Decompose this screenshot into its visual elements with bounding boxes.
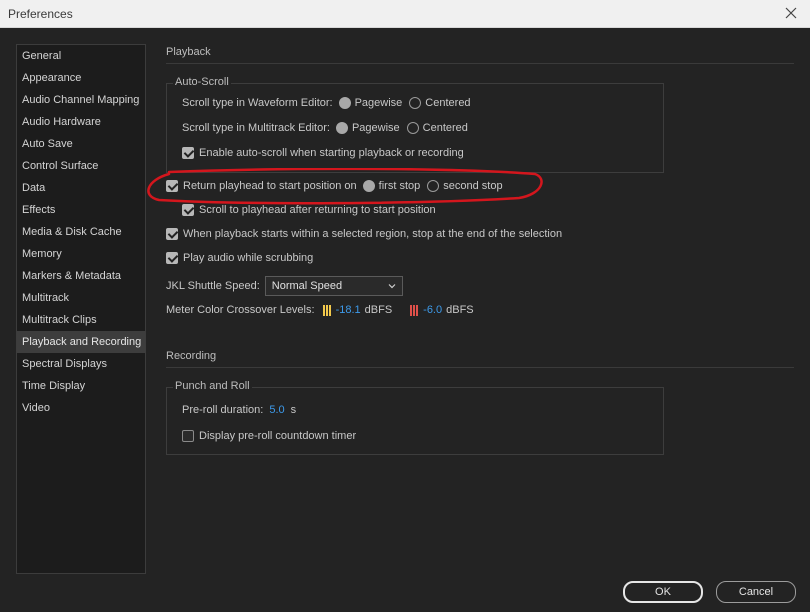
waveform-centered-option[interactable]: Centered [409,97,471,109]
jkl-speed-dropdown[interactable]: Normal Speed [264,276,403,296]
sidebar-item-multitrack[interactable]: Multitrack [17,287,145,309]
multitrack-scroll-row: Scroll type in Multitrack Editor: Pagewi… [182,122,475,134]
sidebar-item-memory[interactable]: Memory [17,243,145,265]
preroll-duration-row: Pre-roll duration: 5.0 s [182,404,296,416]
sidebar-item-spectral-displays[interactable]: Spectral Displays [17,353,145,375]
sidebar-item-multitrack-clips[interactable]: Multitrack Clips [17,309,145,331]
waveform-pagewise-option[interactable]: Pagewise [338,97,403,109]
multitrack-centered-option[interactable]: Centered [406,122,468,134]
return-playhead-checkbox[interactable] [166,180,178,192]
return-playhead-row: Return playhead to start position on fir… [166,180,510,192]
sidebar-item-appearance[interactable]: Appearance [17,67,145,89]
recording-section-title: Recording [166,350,217,362]
red-crossover-unit: dBFS [446,304,474,316]
stop-at-selection-checkbox[interactable] [166,228,178,240]
sidebar-item-playback-and-recording[interactable]: Playback and Recording [17,331,145,353]
red-meter-icon [410,304,419,316]
sidebar-item-data[interactable]: Data [17,177,145,199]
preferences-category-list: General Appearance Audio Channel Mapping Au… [16,44,146,574]
scroll-to-playhead-checkbox[interactable] [182,204,194,216]
sidebar-item-media-and-disk-cache[interactable]: Media & Disk Cache [17,221,145,243]
waveform-pagewise-label: Pagewise [354,97,403,109]
jkl-speed-row: JKL Shuttle Speed: Normal Speed [166,276,403,296]
sidebar-item-general[interactable]: General [17,45,145,67]
scroll-to-playhead-row[interactable]: Scroll to playhead after returning to st… [182,204,436,216]
first-stop-label: first stop [378,180,421,192]
enable-autoscroll-label: Enable auto-scroll when starting playbac… [199,147,464,159]
ok-button[interactable]: OK [623,581,703,603]
waveform-scroll-row: Scroll type in Waveform Editor: Pagewise… [182,97,478,109]
multitrack-centered-radio[interactable] [406,122,419,134]
sidebar-item-markers-and-metadata[interactable]: Markers & Metadata [17,265,145,287]
stop-at-selection-label: When playback starts within a selected r… [183,228,563,240]
window-title: Preferences [8,7,73,21]
scroll-to-playhead-label: Scroll to playhead after returning to st… [199,204,436,216]
red-crossover-value[interactable]: -6.0 [423,304,442,316]
preroll-countdown-checkbox[interactable] [182,430,194,442]
yellow-meter-icon [322,304,331,316]
waveform-centered-radio[interactable] [409,97,422,109]
first-stop-option[interactable]: first stop [362,180,421,192]
punch-and-roll-group [166,387,664,455]
close-icon[interactable] [782,4,800,22]
stop-at-selection-row[interactable]: When playback starts within a selected r… [166,228,562,240]
sidebar-item-audio-channel-mapping[interactable]: Audio Channel Mapping [17,89,145,111]
auto-scroll-group-label: Auto-Scroll [173,76,231,88]
waveform-centered-label: Centered [425,97,471,109]
punch-and-roll-group-label: Punch and Roll [173,380,252,392]
multitrack-centered-label: Centered [422,122,468,134]
second-stop-radio[interactable] [427,180,440,192]
chevron-down-icon [388,284,396,289]
meter-crossover-row: Meter Color Crossover Levels: -18.1 dBFS… [166,304,474,316]
second-stop-option[interactable]: second stop [427,180,503,192]
enable-autoscroll-checkbox[interactable] [182,147,194,159]
multitrack-pagewise-radio[interactable] [335,122,348,134]
sidebar-item-control-surface[interactable]: Control Surface [17,155,145,177]
jkl-speed-label: JKL Shuttle Speed: [166,280,260,292]
preroll-countdown-label: Display pre-roll countdown timer [199,430,357,442]
section-divider [166,63,794,64]
sidebar-item-auto-save[interactable]: Auto Save [17,133,145,155]
enable-autoscroll-row[interactable]: Enable auto-scroll when starting playbac… [182,147,464,159]
scrub-audio-checkbox[interactable] [166,252,178,264]
sidebar-item-time-display[interactable]: Time Display [17,375,145,397]
preroll-duration-unit: s [290,404,297,416]
preroll-duration-value[interactable]: 5.0 [269,404,284,416]
playback-section-title: Playback [166,46,211,58]
second-stop-label: second stop [443,180,503,192]
multitrack-pagewise-label: Pagewise [351,122,400,134]
sidebar-item-video[interactable]: Video [17,397,145,419]
multitrack-scroll-label: Scroll type in Multitrack Editor: [182,122,330,134]
scrub-audio-label: Play audio while scrubbing [183,252,314,264]
return-playhead-label: Return playhead to start position on [183,180,357,192]
preroll-countdown-row[interactable]: Display pre-roll countdown timer [182,430,356,442]
jkl-speed-value: Normal Speed [271,280,343,292]
scrub-audio-row[interactable]: Play audio while scrubbing [166,252,313,264]
sidebar-item-effects[interactable]: Effects [17,199,145,221]
section-divider [166,367,794,368]
yellow-crossover-value[interactable]: -18.1 [336,304,361,316]
preroll-duration-label: Pre-roll duration: [182,404,264,416]
first-stop-radio[interactable] [362,180,375,192]
yellow-crossover-unit: dBFS [364,304,393,316]
waveform-pagewise-radio[interactable] [338,97,351,109]
title-bar: Preferences [0,0,810,28]
waveform-scroll-label: Scroll type in Waveform Editor: [182,97,333,109]
sidebar-item-audio-hardware[interactable]: Audio Hardware [17,111,145,133]
cancel-button[interactable]: Cancel [716,581,796,603]
meter-crossover-label: Meter Color Crossover Levels: [166,304,315,316]
multitrack-pagewise-option[interactable]: Pagewise [335,122,400,134]
